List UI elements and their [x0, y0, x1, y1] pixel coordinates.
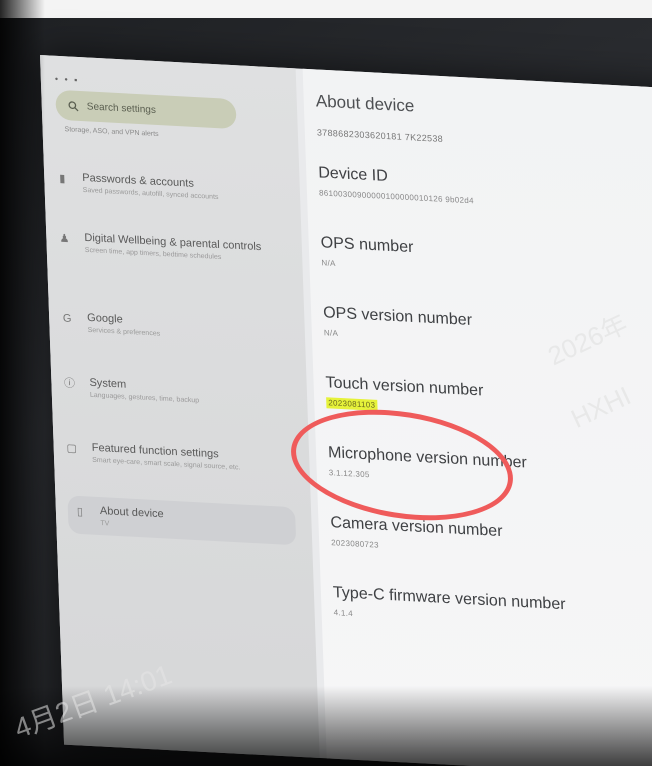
serial-number-value: 3788682303620181 7K22538 — [316, 127, 444, 144]
top-border — [0, 0, 652, 18]
device-screen: • • ▪ Search settings Storage, ASO, and … — [40, 55, 652, 766]
wellbeing-icon: ♟ — [59, 232, 70, 246]
previous-item-subtitle: Storage, ASO, and VPN alerts — [64, 126, 159, 139]
sidebar-item-subtitle: TV — [100, 520, 110, 528]
featured-icon: ▢ — [66, 442, 78, 455]
sidebar-item-google[interactable]: G Google Services & preferences — [61, 310, 297, 344]
type-c-firmware-row[interactable]: Type-C firmware version number 4.1.4 — [333, 584, 567, 632]
info-value: N/A — [321, 258, 336, 269]
settings-sidebar: • • ▪ Search settings Storage, ASO, and … — [40, 55, 320, 758]
device-icon: ▯ — [76, 505, 84, 519]
search-placeholder: Search settings — [86, 100, 157, 116]
sidebar-item-wellbeing[interactable]: ♟ Digital Wellbeing & parental controls … — [58, 231, 294, 265]
info-value: 86100300900000100000010126 9b02d4 — [318, 188, 475, 206]
sidebar-item-subtitle: Services & preferences — [87, 326, 161, 338]
key-icon: ▮ — [59, 172, 66, 186]
info-value: 4.1.4 — [333, 608, 354, 619]
info-label: OPS number — [320, 234, 414, 257]
ops-number-row[interactable]: OPS number N/A — [320, 234, 414, 275]
device-id-row[interactable]: Device ID 86100300900000100000010126 9b0… — [318, 164, 474, 208]
sidebar-item-label: About device — [99, 505, 164, 521]
status-indicators: • • ▪ — [54, 73, 80, 86]
sidebar-item-about-device[interactable]: ▯ About device TV — [67, 495, 297, 546]
page-title: About device — [315, 91, 415, 116]
sidebar-item-passwords[interactable]: ▮ Passwords & accounts Saved passwords, … — [56, 171, 292, 205]
camera-version-row[interactable]: Camera version number 2023080723 — [330, 514, 503, 559]
info-value: 2023080723 — [331, 538, 379, 550]
sidebar-item-label: Google — [86, 311, 123, 326]
info-label: Device ID — [317, 164, 389, 185]
google-icon: G — [62, 312, 72, 326]
info-value: N/A — [323, 328, 339, 338]
info-label: Touch version number — [325, 374, 484, 400]
search-input[interactable]: Search settings — [55, 89, 237, 130]
ops-version-row[interactable]: OPS version number N/A — [323, 304, 473, 348]
sidebar-item-system[interactable]: ⓘ System Languages, gestures, time, back… — [63, 375, 299, 409]
info-label: OPS version number — [322, 304, 473, 330]
photo-shadow-left — [0, 0, 45, 766]
sidebar-item-featured[interactable]: ▢ Featured function settings Smart eye-c… — [65, 440, 301, 474]
info-label: Type-C firmware version number — [332, 584, 566, 614]
photo-frame: • • ▪ Search settings Storage, ASO, and … — [0, 0, 652, 766]
system-icon: ⓘ — [63, 377, 76, 391]
search-icon — [68, 100, 79, 111]
